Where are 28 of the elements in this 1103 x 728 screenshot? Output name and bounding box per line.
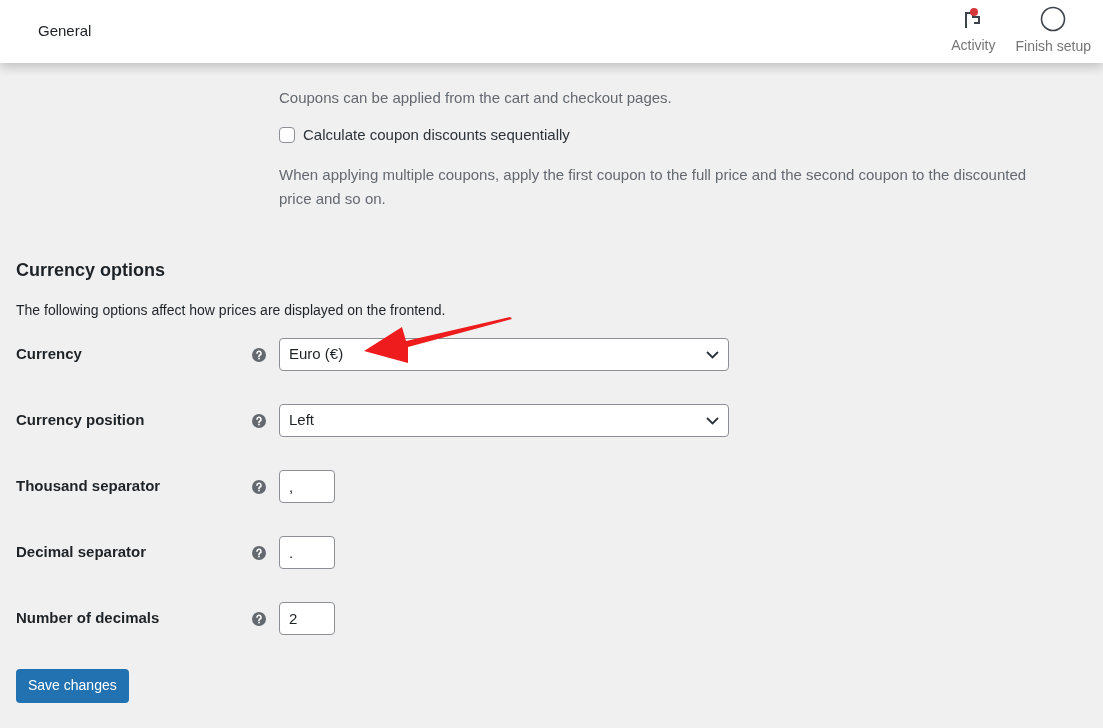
page-title: General bbox=[38, 21, 92, 42]
field-label: Thousand separator bbox=[16, 476, 162, 497]
finish-setup-button[interactable]: Finish setup bbox=[1005, 0, 1101, 63]
field-label: Decimal separator bbox=[16, 542, 148, 563]
chevron-down-icon bbox=[706, 416, 719, 425]
field-description: Coupons can be applied from the cart and checkout pages. bbox=[279, 88, 673, 108]
input-field[interactable]: 2 bbox=[279, 602, 335, 635]
field-description: When applying multiple coupons, apply the first coupon to the full price and the second coupon to the discounted price and so on. bbox=[279, 164, 1028, 209]
checkbox-label: Calculate coupon discounts sequentially bbox=[303, 125, 570, 145]
section-title: Currency options bbox=[16, 258, 167, 282]
help-icon bbox=[252, 479, 266, 494]
select-field[interactable]: Euro (€) bbox=[279, 338, 729, 371]
field-label: Number of decimals bbox=[16, 608, 161, 629]
activity-button[interactable]: Activity bbox=[941, 0, 1006, 63]
help-icon bbox=[252, 413, 266, 428]
field-label: Currency bbox=[16, 344, 83, 365]
save-button[interactable]: Save changes bbox=[16, 668, 129, 703]
field-label: Currency position bbox=[16, 410, 146, 431]
help-icon bbox=[252, 611, 266, 626]
input-field[interactable]: , bbox=[279, 470, 335, 503]
help-icon bbox=[252, 545, 266, 560]
section-description: The following options affect how prices are displayed on the frontend. bbox=[16, 300, 447, 320]
input-field[interactable]: . bbox=[279, 536, 335, 569]
circle-icon bbox=[1040, 6, 1067, 32]
help-icon bbox=[252, 347, 266, 362]
chevron-down-icon bbox=[706, 350, 719, 359]
select-field[interactable]: Left bbox=[279, 404, 729, 437]
checkbox[interactable] bbox=[279, 127, 295, 144]
